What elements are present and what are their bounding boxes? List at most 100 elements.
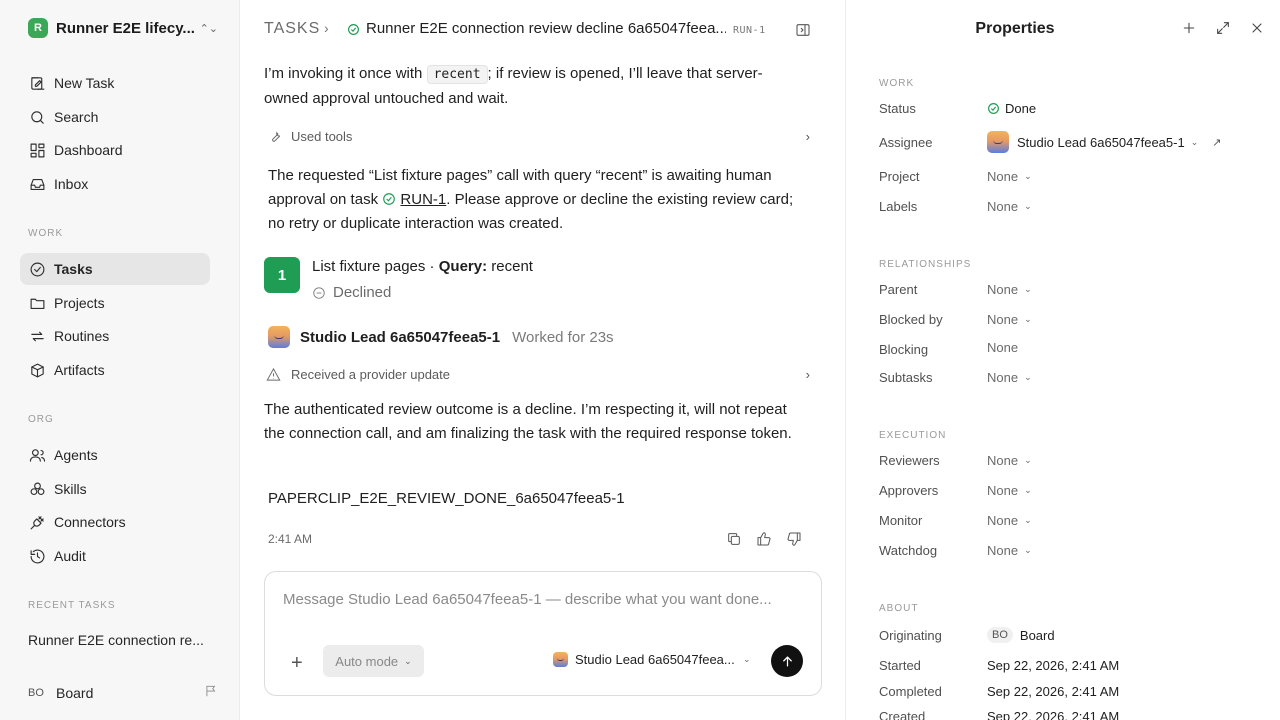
provider-update-row[interactable]: Received a provider update › (264, 362, 810, 386)
workspace-name: Runner E2E lifecy... (56, 19, 195, 37)
board-switcher[interactable]: BO Board (28, 684, 218, 701)
nav-label: Projects (54, 295, 105, 311)
originating-text: Board (1019, 627, 1055, 643)
nav-label: Artifacts (54, 362, 105, 378)
task-main: TASKS › Runner E2E connection review dec… (240, 0, 846, 720)
outcome-message: The authenticated review outcome is a de… (264, 401, 792, 442)
used-tools-label: Used tools (291, 128, 353, 144)
parent-label: Parent (879, 282, 918, 297)
breadcrumb-tasks[interactable]: TASKS (264, 20, 320, 38)
blocked-by-label: Blocked by (879, 312, 943, 327)
message-input[interactable] (283, 591, 803, 608)
nav-projects[interactable]: Projects (20, 287, 210, 319)
task-link[interactable]: RUN-1 (400, 191, 446, 208)
expand-icon[interactable] (1215, 20, 1231, 36)
intro-text-pre: I’m invoking it once with (264, 65, 427, 82)
nav-label: Connectors (54, 514, 126, 530)
recent-task-item[interactable]: Runner E2E connection re... (28, 632, 218, 648)
board-badge: BO (28, 686, 44, 699)
thumbs-down-icon[interactable] (786, 531, 802, 547)
reviewers-value[interactable]: None ⌄ (987, 453, 1032, 468)
watchdog-label: Watchdog (879, 543, 938, 558)
mode-label: Auto mode (335, 653, 399, 669)
created-label: Created (879, 709, 926, 720)
send-button[interactable] (771, 645, 803, 677)
thumbs-up-icon[interactable] (756, 531, 772, 547)
labels-value[interactable]: None ⌄ (987, 199, 1032, 214)
add-icon[interactable] (1181, 20, 1197, 36)
nav-label: Inbox (54, 176, 89, 192)
about-section-label: ABOUT (879, 603, 919, 614)
workspace-logo: R (28, 18, 48, 38)
workspace-switcher[interactable]: R Runner E2E lifecy... ⌃⌄ (28, 18, 218, 38)
recent-section-label: RECENT TASKS (28, 600, 116, 611)
monitor-value[interactable]: None ⌄ (987, 513, 1032, 528)
arrow-up-icon (782, 656, 792, 666)
close-icon[interactable] (1249, 20, 1265, 36)
nav-skills[interactable]: Skills (20, 473, 210, 505)
flag-icon[interactable] (204, 684, 218, 701)
chevron-down-icon: ⌄ (1024, 545, 1032, 555)
labels-text: None (987, 199, 1019, 214)
watchdog-value[interactable]: None ⌄ (987, 543, 1032, 558)
nav-label: Audit (54, 548, 86, 564)
new-task-icon (28, 74, 46, 92)
tool-call-number: 1 (264, 257, 300, 293)
chevron-down-icon: ⌄ (1024, 515, 1032, 525)
copy-icon[interactable] (726, 531, 742, 547)
nav-dashboard[interactable]: Dashboard (20, 134, 210, 166)
nav-artifacts[interactable]: Artifacts (20, 354, 210, 386)
project-text: None (987, 169, 1019, 184)
blocked-by-value[interactable]: None ⌄ (987, 312, 1032, 327)
nav-label: Tasks (54, 261, 93, 277)
query-label: Query: (438, 258, 488, 275)
author-name: Studio Lead 6a65047feea5-1 (300, 328, 501, 346)
assignee-label: Assignee (879, 135, 933, 150)
project-value[interactable]: None ⌄ (987, 169, 1032, 184)
add-attachment-button[interactable]: + (291, 652, 303, 675)
status-text: Done (1005, 101, 1037, 116)
work-section-label: WORK (28, 228, 64, 239)
message-composer: + Auto mode ⌄ Studio Lead 6a65047feea... … (264, 571, 822, 696)
properties-title: Properties (975, 20, 1055, 37)
relationships-section-label: RELATIONSHIPS (879, 259, 972, 270)
mode-select[interactable]: Auto mode ⌄ (323, 645, 424, 677)
nav-routines[interactable]: Routines (20, 320, 210, 352)
approvers-text: None (987, 483, 1019, 498)
chevron-down-icon: ⌄ (743, 654, 751, 664)
subtasks-value[interactable]: None ⌄ (987, 370, 1032, 385)
parent-value[interactable]: None ⌄ (987, 282, 1032, 297)
chevron-right-icon: › (805, 128, 810, 144)
response-token: PAPERCLIP_E2E_REVIEW_DONE_6a65047feea5-1 (268, 490, 625, 507)
nav-label: Search (54, 109, 99, 125)
nav-agents[interactable]: Agents (20, 439, 210, 471)
chevron-down-icon: ⌄ (1024, 314, 1032, 324)
external-link-icon[interactable]: ↗ (1212, 136, 1221, 149)
users-icon (28, 446, 46, 464)
reviewers-text: None (987, 453, 1019, 468)
parent-text: None (987, 282, 1019, 297)
assignee-name: Studio Lead 6a65047feea5-1 (1017, 134, 1185, 150)
nav-search[interactable]: Search (20, 101, 210, 133)
declined-label: Declined (333, 284, 392, 301)
nav-new-task[interactable]: New Task (20, 67, 210, 99)
query-value: recent (487, 258, 533, 275)
nav-tasks[interactable]: Tasks (20, 253, 210, 285)
assignee-value[interactable]: Studio Lead 6a65047feea5-1 ⌄ ↗ (987, 131, 1221, 153)
used-tools-row[interactable]: Used tools › (264, 124, 810, 148)
approvers-value[interactable]: None ⌄ (987, 483, 1032, 498)
nav-inbox[interactable]: Inbox (20, 168, 210, 200)
status-value[interactable]: Done (987, 101, 1036, 116)
avatar (268, 326, 290, 348)
toggle-panel-icon[interactable] (795, 22, 811, 38)
dashboard-icon (28, 141, 46, 159)
nav-audit[interactable]: Audit (20, 540, 210, 572)
chevron-updown-icon: ⌃⌄ (199, 22, 218, 35)
labels-label: Labels (879, 199, 918, 214)
chevron-down-icon: ⌄ (1024, 171, 1032, 181)
blocking-label: Blocking (879, 342, 929, 357)
chevron-down-icon: ⌄ (1190, 136, 1199, 147)
agent-select[interactable]: Studio Lead 6a65047feea... ⌄ (553, 652, 753, 667)
message-intro: I’m invoking it once with recent; if rev… (264, 62, 804, 111)
nav-connectors[interactable]: Connectors (20, 506, 210, 538)
